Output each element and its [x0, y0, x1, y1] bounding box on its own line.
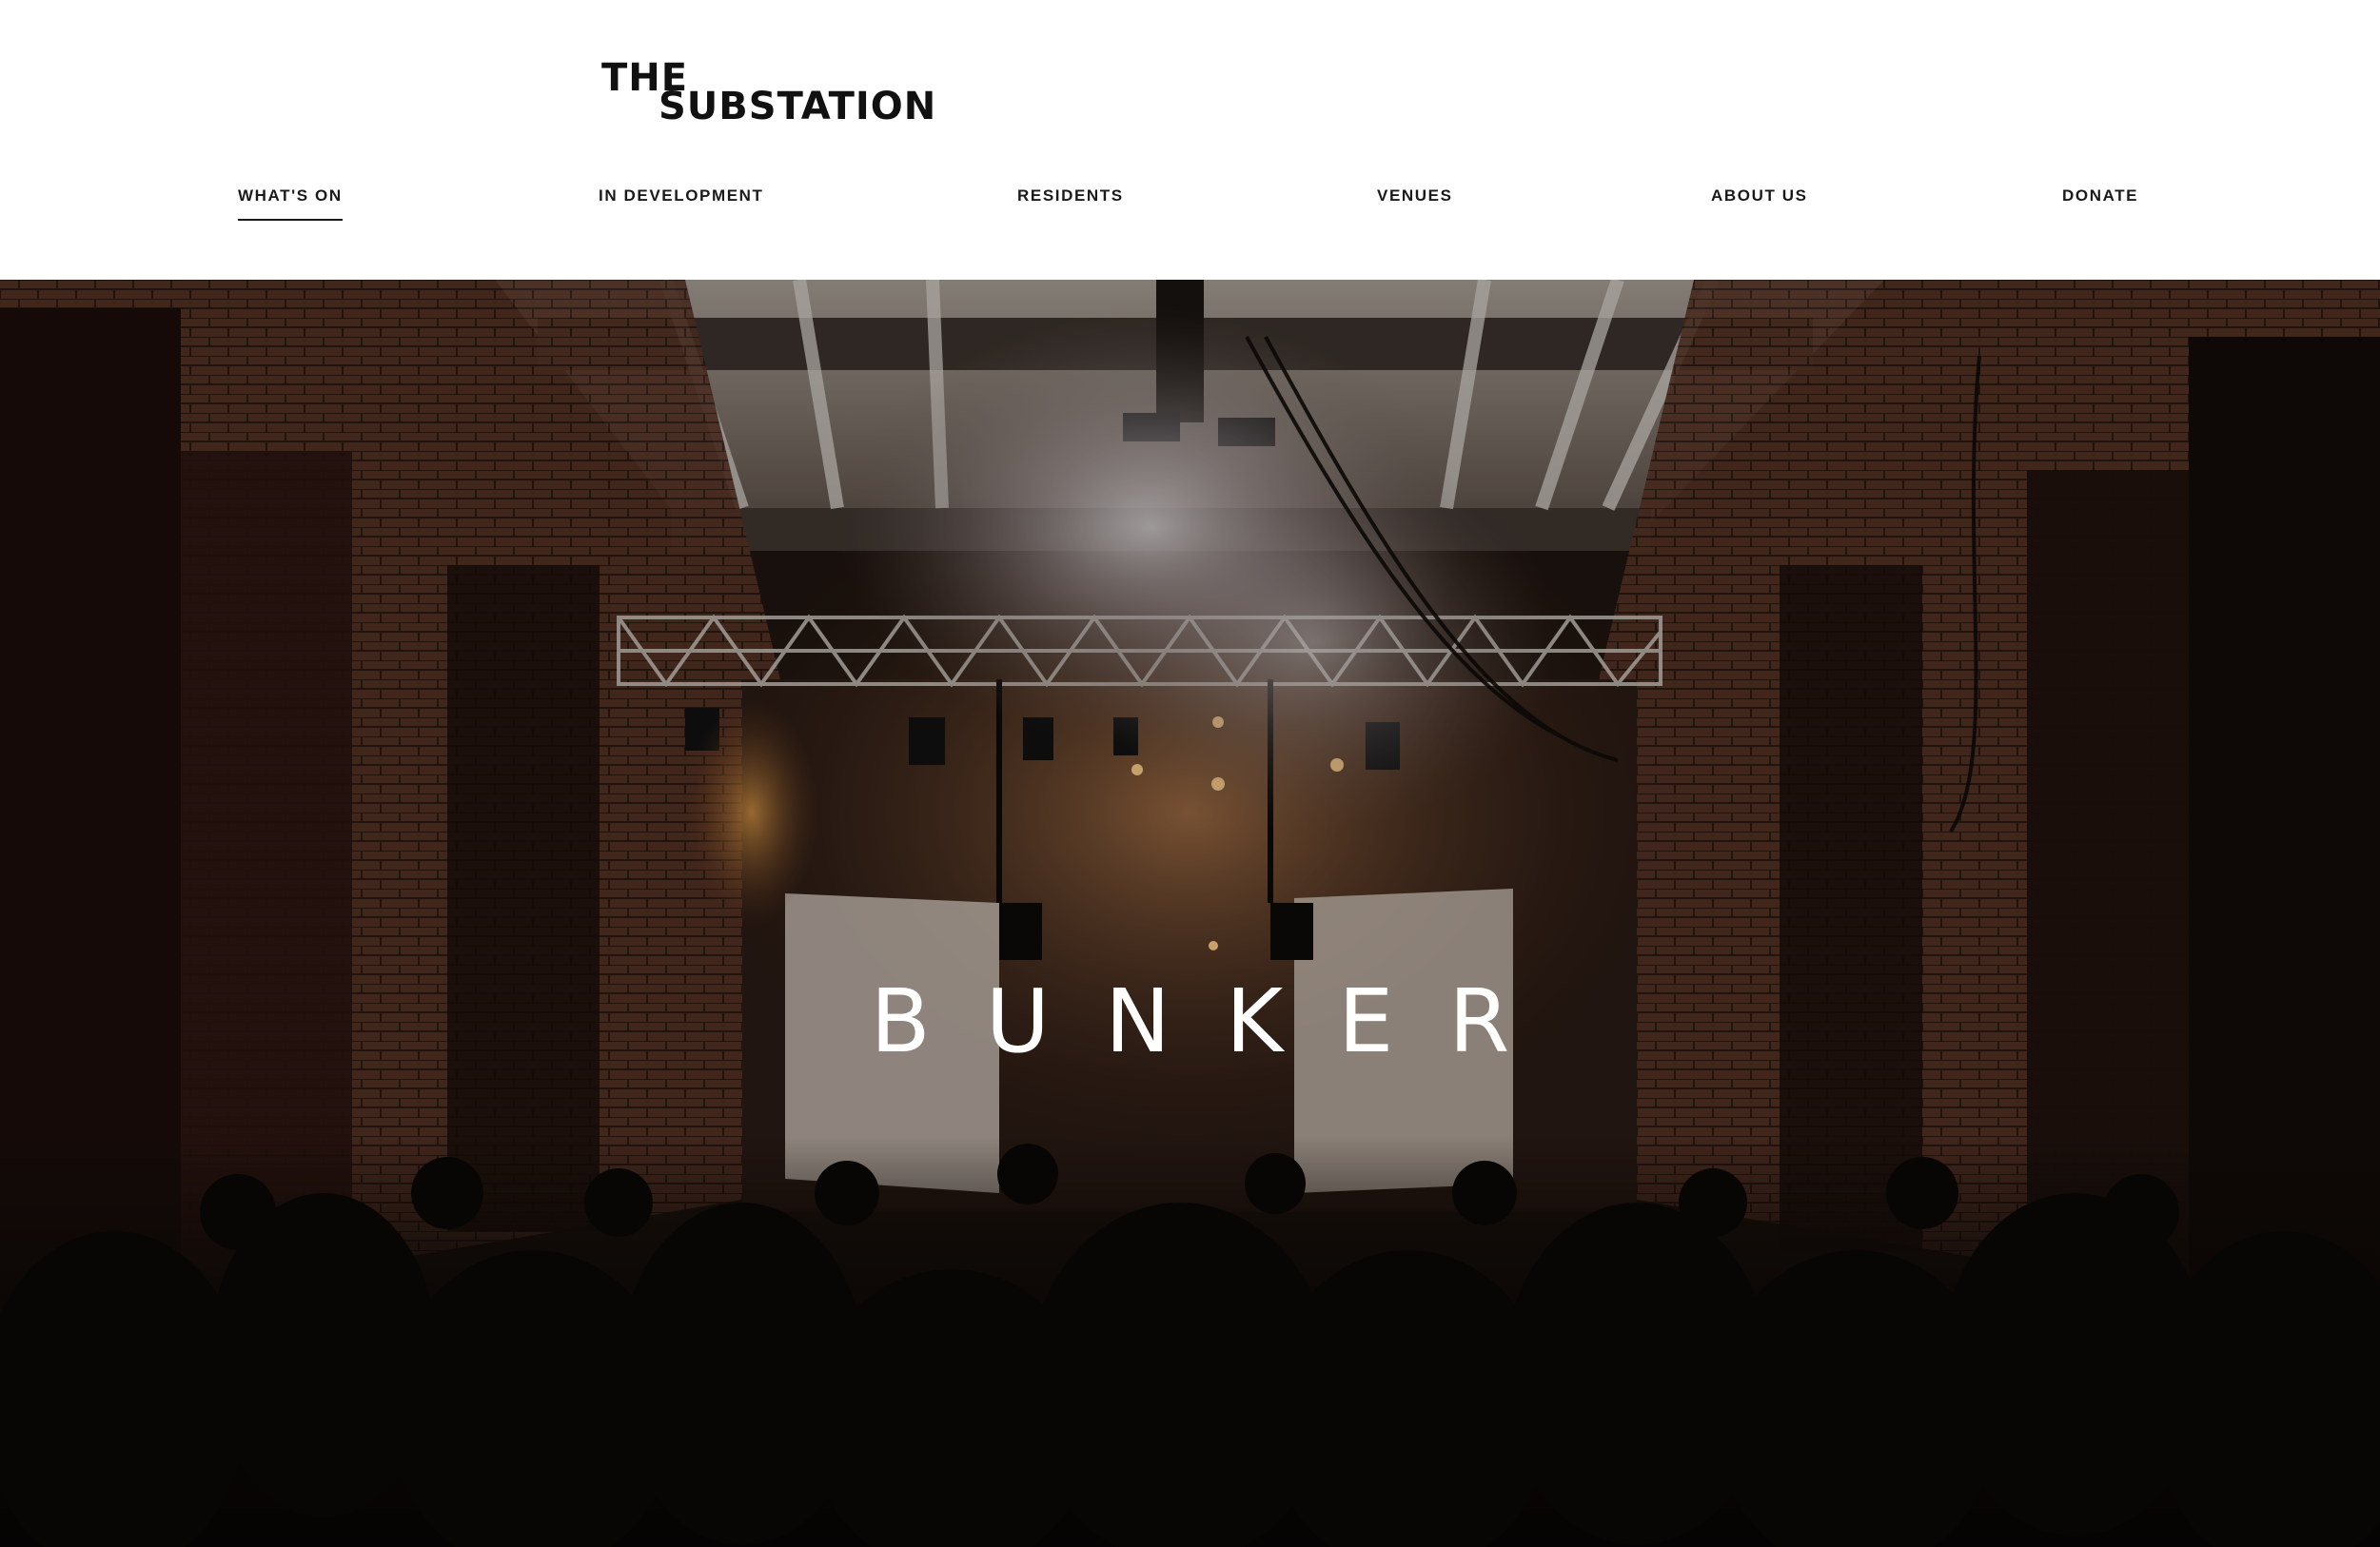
nav-item-residents[interactable]: RESIDENTS — [1017, 186, 1124, 206]
nav-item-donate[interactable]: DONATE — [2062, 186, 2138, 206]
site-logo[interactable]: THE SUBSTATION — [600, 57, 935, 133]
site-header: THE SUBSTATION WHAT'S ON IN DEVELOPMENT … — [0, 0, 2380, 280]
nav-item-whats-on[interactable]: WHAT'S ON — [238, 186, 343, 221]
nav-item-about-us[interactable]: ABOUT US — [1711, 186, 1808, 206]
logo-line-substation: SUBSTATION — [659, 85, 937, 128]
hero-title: BUNKER — [870, 970, 1565, 1072]
main-navigation: WHAT'S ON IN DEVELOPMENT RESIDENTS VENUE… — [0, 186, 2380, 225]
nav-item-in-development[interactable]: IN DEVELOPMENT — [599, 186, 764, 206]
nav-item-venues[interactable]: VENUES — [1377, 186, 1453, 206]
hero-background-image — [0, 280, 2380, 1547]
hero-banner: BUNKER — [0, 280, 2380, 1547]
